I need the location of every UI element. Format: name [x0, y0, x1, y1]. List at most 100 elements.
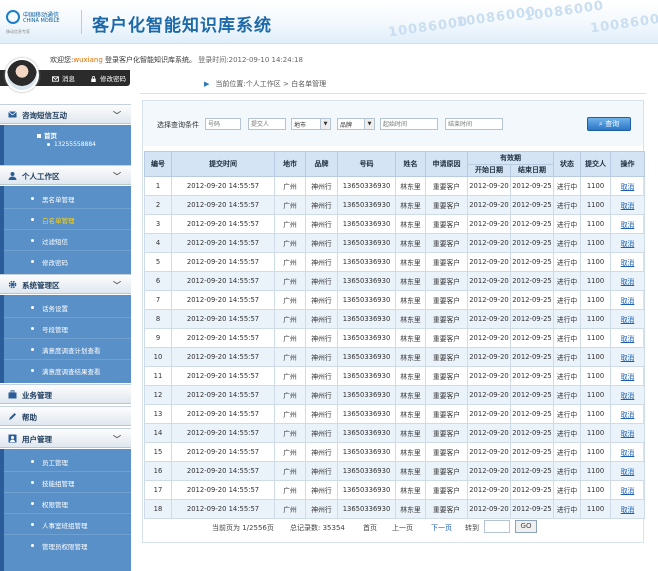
table-row: 5 2012-09-20 14:55:57 广州 神州行 13650336930 林东里重… [144, 252, 645, 272]
cell-submitter: 1100 [580, 271, 611, 291]
cell-name: 林东里 [395, 347, 426, 367]
lock-icon [91, 76, 96, 82]
cancel-link[interactable]: 取消 [621, 335, 635, 343]
cell-time: 2012-09-20 14:55:57 [171, 214, 275, 234]
cancel-link[interactable]: 取消 [621, 487, 635, 495]
table-row: 11 2012-09-20 14:55:57 广州 神州行 13650336930 林东里… [144, 366, 645, 386]
query-button-label: 查询 [605, 120, 620, 128]
cell-action: 取消 [610, 252, 645, 272]
sidebar-item-skill-groups[interactable]: 技能组管理 [4, 472, 131, 493]
cancel-link[interactable]: 取消 [621, 411, 635, 419]
sidebar-section-label: 个人工作区 [22, 172, 60, 181]
cell-action: 取消 [610, 499, 645, 519]
sidebar-item-number-segment[interactable]: 号段管理 [4, 318, 131, 339]
sidebar-item-label: 白名单管理 [42, 217, 75, 225]
cancel-link[interactable]: 取消 [621, 259, 635, 267]
sidebar-section-label: 业务管理 [22, 391, 52, 400]
logo-mark-icon [6, 10, 20, 24]
logout-link[interactable]: 退出登录 [140, 73, 176, 83]
cancel-link[interactable]: 取消 [621, 506, 635, 514]
cell-start: 2012-09-20 [467, 195, 511, 215]
cell-city: 广州 [274, 480, 306, 500]
cell-city: 广州 [274, 309, 306, 329]
brand-select-value: 品牌 [340, 122, 353, 129]
cell-time: 2012-09-20 14:55:57 [171, 328, 275, 348]
bullet-icon [31, 327, 34, 330]
query-button[interactable]: ⌕ 查询 [587, 117, 631, 131]
cancel-link[interactable]: 取消 [621, 354, 635, 362]
cell-action: 取消 [610, 176, 645, 196]
cell-name: 林东里 [395, 385, 426, 405]
cancel-link[interactable]: 取消 [621, 221, 635, 229]
messages-link[interactable]: 消息 [52, 73, 75, 83]
sidebar-item-label: 话务设置 [42, 305, 68, 313]
bullet-icon [31, 348, 34, 351]
cancel-link[interactable]: 取消 [621, 430, 635, 438]
brand-select[interactable]: 品牌 ▼ [337, 118, 375, 130]
sidebar-section-personal[interactable]: 个人工作区 ﹀ [0, 165, 131, 185]
cell-start: 2012-09-20 [467, 233, 511, 253]
cancel-link[interactable]: 取消 [621, 278, 635, 286]
breadcrumb-arrow-icon: ▶ [204, 80, 210, 88]
change-password-link[interactable]: 修改密码 [90, 73, 126, 83]
sidebar-item-blacklist[interactable]: 黑名单管理 [4, 188, 131, 209]
cancel-link[interactable]: 取消 [621, 297, 635, 305]
cancel-link[interactable]: 取消 [621, 449, 635, 457]
cancel-link[interactable]: 取消 [621, 316, 635, 324]
sidebar-system-group: 话务设置 号段管理 满意度调查计划查看 满意度调查结果查看 [0, 295, 131, 383]
cell-status: 进行中 [553, 195, 581, 215]
cell-brand: 神州行 [305, 309, 338, 329]
sidebar-item-label: 满意度调查结果查看 [42, 368, 101, 376]
cell-city: 广州 [274, 176, 306, 196]
city-select[interactable]: 地市 ▼ [291, 118, 331, 130]
cell-city: 广州 [274, 290, 306, 310]
cell-reason: 重要客户 [425, 176, 468, 196]
sidebar-section-sms[interactable]: 咨询短信互动 ﹀ [0, 104, 131, 124]
cell-index: 8 [144, 309, 172, 329]
sidebar-item-home[interactable]: 首页 13255558884 [4, 128, 131, 165]
cell-action: 取消 [610, 480, 645, 500]
cell-action: 取消 [610, 271, 645, 291]
sidebar-item-filter-sms[interactable]: 过滤短信 [4, 230, 131, 251]
submitter-input[interactable] [248, 118, 286, 130]
col-header: 提交时间 [171, 151, 275, 177]
first-page-link[interactable]: 首页 [363, 523, 377, 533]
username: wuxiang [73, 56, 103, 64]
sidebar: 咨询短信互动 ﹀ 首页 13255558884 个人工作区 ﹀ 黑名单管理 白名… [0, 100, 131, 571]
sidebar-section-system[interactable]: 系统管理区 ﹀ [0, 274, 131, 294]
cell-start: 2012-09-20 [467, 214, 511, 234]
start-time-input[interactable] [380, 118, 438, 130]
sidebar-item-permissions[interactable]: 权限管理 [4, 493, 131, 514]
sidebar-section-help[interactable]: 帮助 [0, 406, 131, 426]
header-divider [81, 10, 82, 34]
sidebar-item-hr-teams[interactable]: 人事室班组管理 [4, 514, 131, 535]
sidebar-item-call-settings[interactable]: 话务设置 [4, 297, 131, 318]
cancel-link[interactable]: 取消 [621, 183, 635, 191]
chevron-down-icon: ▼ [364, 119, 374, 129]
sidebar-section-users[interactable]: 用户管理 ﹀ [0, 428, 131, 448]
cell-index: 12 [144, 385, 172, 405]
end-time-input[interactable] [445, 118, 503, 130]
sidebar-section-business[interactable]: 业务管理 [0, 384, 131, 404]
cell-status: 进行中 [553, 233, 581, 253]
prev-page-link[interactable]: 上一页 [392, 523, 413, 533]
next-page-link[interactable]: 下一页 [431, 523, 452, 533]
go-button[interactable]: GO [515, 520, 537, 533]
sidebar-item-employees[interactable]: 员工管理 [4, 451, 131, 472]
cancel-link[interactable]: 取消 [621, 373, 635, 381]
table-row: 4 2012-09-20 14:55:57 广州 神州行 13650336930 林东里重… [144, 233, 645, 253]
phone-input[interactable] [205, 118, 241, 130]
sidebar-item-whitelist[interactable]: 白名单管理 [4, 209, 131, 230]
login-time: 2012-09-10 14:24:18 [228, 56, 303, 64]
goto-page-input[interactable] [484, 520, 510, 533]
cancel-link[interactable]: 取消 [621, 202, 635, 210]
chevron-down-icon: ﹀ [113, 111, 121, 120]
sidebar-item-admin-permissions[interactable]: 管理员权限管理 [4, 535, 131, 556]
sidebar-item-survey-plan[interactable]: 满意度调查计划查看 [4, 339, 131, 360]
cell-index: 2 [144, 195, 172, 215]
sidebar-item-change-password[interactable]: 修改密码 [4, 251, 131, 272]
cancel-link[interactable]: 取消 [621, 240, 635, 248]
sidebar-item-survey-results[interactable]: 满意度调查结果查看 [4, 360, 131, 381]
cancel-link[interactable]: 取消 [621, 392, 635, 400]
cancel-link[interactable]: 取消 [621, 468, 635, 476]
